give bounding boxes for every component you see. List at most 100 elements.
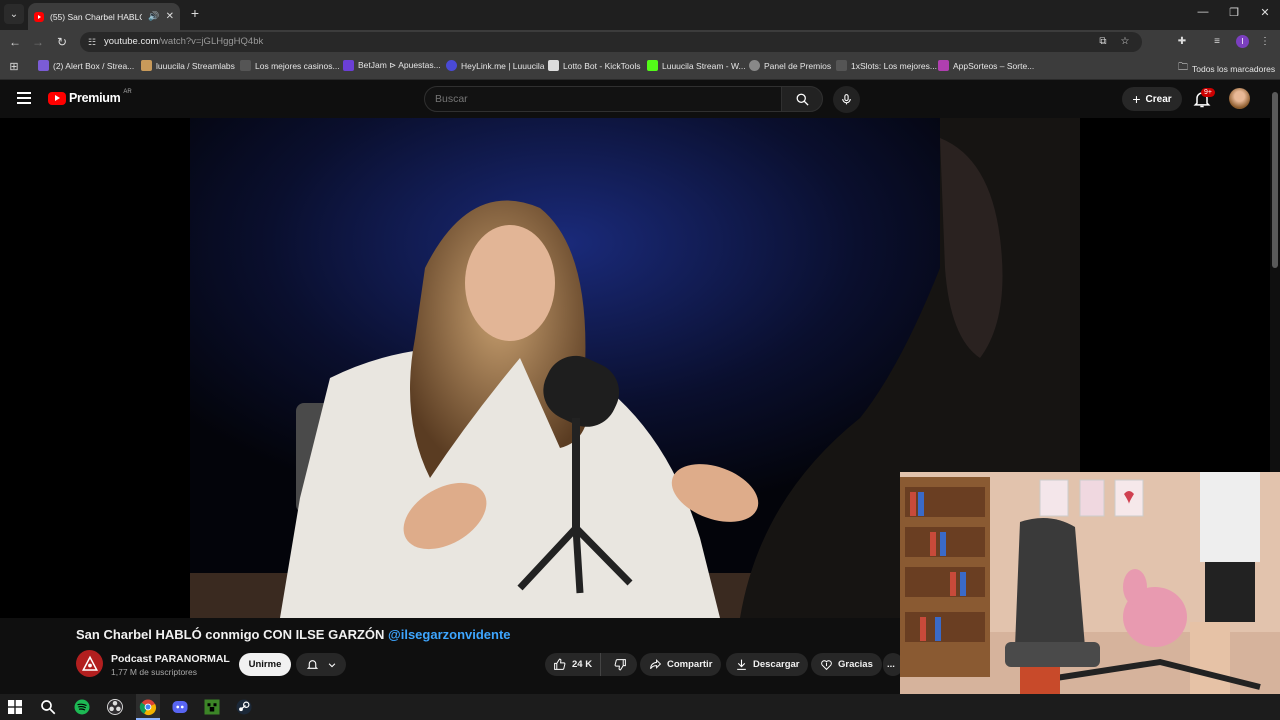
subscription-bell-button[interactable]	[296, 653, 346, 676]
video-title: San Charbel HABLÓ conmigo CON ILSE GARZÓ…	[76, 627, 511, 642]
bookmark-label: HeyLink.me | Luuucila	[461, 60, 545, 71]
audio-playing-icon[interactable]: 🔊	[148, 11, 159, 22]
address-bar[interactable]: ☷ youtube.com/watch?v=jGLHggHQ4bk ☆ ⧉	[80, 32, 1142, 52]
windows-start-icon[interactable]	[8, 700, 22, 714]
share-button[interactable]: Compartir	[640, 653, 722, 676]
bookmark-favicon-icon	[38, 60, 49, 71]
search-input[interactable]	[435, 93, 765, 105]
search-box[interactable]	[424, 86, 782, 112]
bookmark-item[interactable]: Luuucila Stream - W...	[647, 60, 746, 71]
new-tab-button[interactable]: +	[187, 5, 203, 21]
webcam-overlay	[900, 472, 1280, 720]
install-app-icon[interactable]: ⧉	[1096, 35, 1110, 49]
taskbar-search-icon[interactable]	[39, 698, 57, 716]
media-controls-icon[interactable]: ≡	[1210, 35, 1224, 49]
bookmark-item[interactable]: luuucila / Streamlabs	[141, 60, 235, 71]
bookmark-favicon-icon	[836, 60, 847, 71]
scrollbar-thumb[interactable]	[1272, 92, 1278, 268]
bookmark-item[interactable]: Lotto Bot - KickTools	[548, 60, 640, 71]
bookmark-favicon-icon	[938, 60, 949, 71]
folder-icon: 🗀	[1178, 62, 1188, 73]
create-button[interactable]: + Crear	[1122, 87, 1182, 111]
channel-avatar[interactable]	[76, 650, 103, 677]
url-path: /watch?v=jGLHggHQ4bk	[158, 36, 264, 47]
channel-name[interactable]: Podcast PARANORMAL	[111, 653, 230, 665]
steam-icon[interactable]	[235, 698, 253, 716]
youtube-favicon-icon	[34, 11, 44, 22]
chrome-icon[interactable]	[139, 698, 157, 716]
minimize-button[interactable]: —	[1193, 6, 1213, 18]
close-tab-icon[interactable]: ✕	[166, 11, 174, 22]
all-bookmarks-folder[interactable]: 🗀 Todos los marcadores	[1178, 60, 1275, 77]
discord-icon[interactable]	[171, 698, 189, 716]
subscriber-count: 1,77 M de suscriptores	[111, 667, 197, 677]
bookmark-label: BetJam ⊳ Apuestas...	[358, 60, 441, 70]
youtube-premium-logo[interactable]: Premium AR	[48, 89, 132, 105]
thanks-heart-icon	[821, 660, 832, 671]
tab-search-button[interactable]: ⌄	[4, 4, 24, 24]
profile-avatar[interactable]: I	[1236, 35, 1249, 48]
thanks-button[interactable]: Gracias	[811, 653, 882, 676]
join-button[interactable]: Unirme	[239, 653, 291, 676]
minecraft-icon[interactable]	[203, 698, 221, 716]
bookmark-item[interactable]: Los mejores casinos...	[240, 60, 340, 71]
channel-handle-link[interactable]: @ilsegarzonvidente	[388, 627, 510, 642]
browser-menu-icon[interactable]: ⋮	[1258, 35, 1272, 49]
bookmark-item[interactable]: AppSorteos – Sorte...	[938, 60, 1034, 71]
forward-button[interactable]: →	[29, 33, 47, 51]
url-host: youtube.com	[104, 36, 159, 47]
bookmark-favicon-icon	[343, 60, 354, 71]
dislike-button[interactable]	[606, 658, 635, 671]
bookmark-star-icon[interactable]: ☆	[1118, 35, 1132, 49]
download-icon	[737, 659, 746, 670]
bookmark-favicon-icon	[548, 60, 559, 71]
bookmark-label: (2) Alert Box / Strea...	[53, 60, 135, 71]
search-button[interactable]	[781, 86, 823, 112]
bookmark-favicon-icon	[647, 60, 658, 71]
logo-word: Premium	[69, 91, 121, 105]
restore-button[interactable]: ❐	[1224, 6, 1244, 19]
back-button[interactable]: ←	[6, 33, 24, 51]
plus-icon: +	[1132, 91, 1141, 107]
browser-tab-strip: ⌄ (55) San Charbel HABLÓ conmigo CON ILS…	[0, 0, 1280, 30]
download-label: Descargar	[753, 659, 800, 670]
bookmark-label: 1xSlots: Los mejores...	[851, 60, 937, 71]
browser-tab-active[interactable]: (55) San Charbel HABLÓ conmigo CON ILSE …	[28, 3, 180, 30]
bookmark-item[interactable]: HeyLink.me | Luuucila	[446, 60, 544, 71]
bookmark-favicon-icon	[240, 60, 251, 71]
bookmark-label: Luuucila Stream - W...	[662, 60, 746, 71]
notification-count-badge: 9+	[1201, 88, 1215, 97]
window-close-button[interactable]: ✕	[1255, 6, 1275, 19]
search-icon	[796, 93, 809, 106]
thumbs-up-icon	[554, 658, 566, 670]
reload-button[interactable]: ↻	[53, 33, 71, 51]
bookmark-item[interactable]: Panel de Premios	[749, 60, 831, 71]
bookmark-item[interactable]: (2) Alert Box / Strea...	[38, 60, 134, 71]
youtube-play-icon	[48, 91, 66, 105]
thumbs-down-icon	[614, 659, 626, 671]
bookmark-item[interactable]: 1xSlots: Los mejores...	[836, 60, 937, 71]
site-info-icon[interactable]: ☷	[86, 36, 98, 48]
extensions-icon[interactable]: ✚	[1175, 35, 1189, 49]
bell-icon	[306, 660, 318, 669]
guide-menu-icon[interactable]	[17, 92, 31, 104]
like-count: 24 K	[572, 659, 593, 670]
bookmark-label: Lotto Bot - KickTools	[563, 60, 641, 71]
video-title-text: San Charbel HABLÓ conmigo CON ILSE GARZÓ…	[76, 627, 385, 642]
obs-icon[interactable]	[106, 698, 124, 716]
bookmark-favicon-icon	[749, 60, 760, 71]
download-button[interactable]: Descargar	[726, 653, 809, 676]
voice-search-button[interactable]	[833, 86, 860, 113]
like-button[interactable]: 24 K	[545, 653, 602, 676]
bookmark-label: luuucila / Streamlabs	[156, 60, 235, 71]
tab-title: (55) San Charbel HABLÓ conmigo CON ILSE …	[50, 11, 142, 22]
channel-logo-icon	[81, 655, 98, 671]
all-bookmarks-label: Todos los marcadores	[1192, 63, 1276, 74]
microphone-icon	[842, 94, 851, 105]
windows-taskbar	[0, 694, 1280, 720]
apps-grid-icon[interactable]: ⊞	[5, 58, 23, 76]
url-text: youtube.com/watch?v=jGLHggHQ4bk	[104, 36, 263, 47]
spotify-icon[interactable]	[73, 698, 91, 716]
account-avatar[interactable]	[1229, 88, 1250, 109]
bookmark-item[interactable]: BetJam ⊳ Apuestas...	[343, 60, 441, 71]
